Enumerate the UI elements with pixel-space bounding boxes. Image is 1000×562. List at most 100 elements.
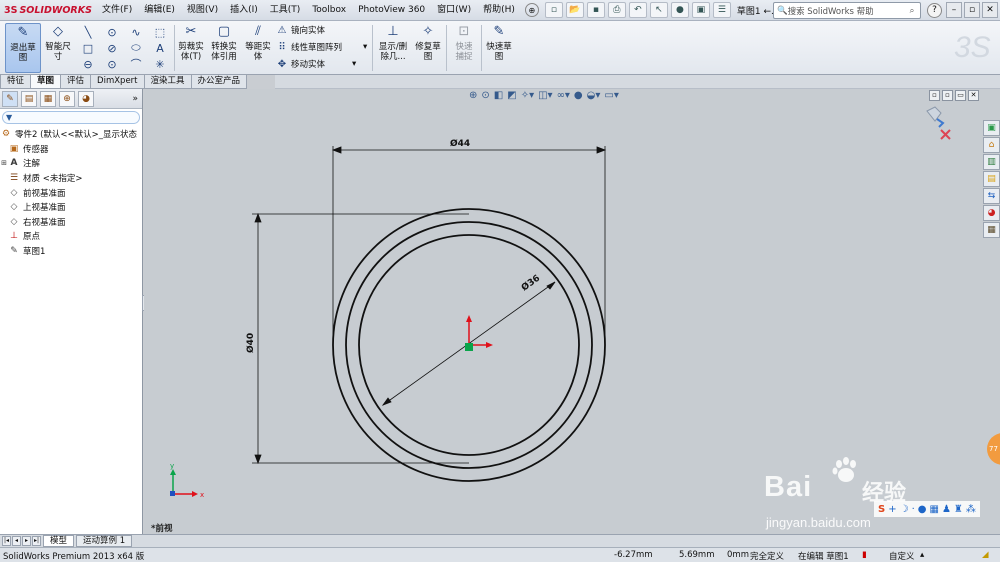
tab-model[interactable]: 模型 bbox=[43, 535, 75, 547]
restore-icon[interactable]: ▫ bbox=[964, 2, 980, 18]
dimension-top[interactable]: Ø44 bbox=[450, 138, 470, 149]
save-icon[interactable]: ▪ bbox=[586, 2, 605, 18]
display-manager-tab-icon[interactable]: ◕ bbox=[78, 90, 94, 107]
open-icon[interactable]: 📂 bbox=[565, 2, 584, 18]
ime-punct-icon[interactable]: + bbox=[888, 504, 896, 515]
minimize-icon[interactable]: – bbox=[946, 2, 962, 18]
menu-toolbox[interactable]: Toolbox bbox=[306, 0, 352, 21]
tab-features[interactable]: 特征 bbox=[0, 75, 32, 89]
expand-icon[interactable]: ⊞ bbox=[0, 159, 8, 167]
home-icon[interactable]: ⌂ bbox=[983, 137, 1000, 153]
ime-shirt-icon[interactable]: ♜ bbox=[954, 504, 963, 515]
close-icon[interactable]: ✕ bbox=[982, 2, 998, 18]
line-icon[interactable]: ╲ bbox=[76, 24, 100, 40]
tab-sketch[interactable]: 草图 bbox=[30, 75, 62, 89]
units-dropdown-icon[interactable]: ▴ bbox=[920, 550, 924, 560]
ime-dot-icon[interactable]: · bbox=[912, 504, 915, 515]
file-explorer-icon[interactable]: ▤ bbox=[983, 171, 1000, 187]
trim-button[interactable]: ✂ 剪裁实体(T) bbox=[176, 23, 206, 73]
ellipse-icon[interactable]: ⬭ bbox=[124, 40, 148, 56]
tab-render-tools[interactable]: 渲染工具 bbox=[143, 75, 192, 89]
point-icon[interactable]: ✳ bbox=[148, 56, 172, 72]
ime-grid-icon[interactable]: ⁂ bbox=[966, 504, 976, 515]
tab-motion-study[interactable]: 运动算例 1 bbox=[76, 535, 133, 547]
spline-icon[interactable]: ∿ bbox=[124, 24, 148, 40]
tree-item-sketch1[interactable]: ✎ 草图1 bbox=[0, 244, 142, 259]
menu-help[interactable]: 帮助(H) bbox=[477, 0, 521, 21]
design-library-icon[interactable]: ▥ bbox=[983, 154, 1000, 170]
plane-tool-icon[interactable]: ⬚ bbox=[148, 24, 172, 40]
tab-dimxpert[interactable]: DimXpert bbox=[90, 75, 145, 89]
ime-keyboard-icon[interactable]: ▦ bbox=[929, 504, 938, 515]
select-icon[interactable]: ↖ bbox=[649, 2, 668, 18]
configuration-manager-tab-icon[interactable]: ▦ bbox=[40, 90, 56, 107]
arc-icon[interactable]: ⊙ bbox=[100, 56, 124, 72]
dimxpert-manager-tab-icon[interactable]: ⊕ bbox=[59, 90, 75, 107]
menu-edit[interactable]: 编辑(E) bbox=[138, 0, 181, 21]
tree-item-material[interactable]: ☰ 材质 <未指定> bbox=[0, 171, 142, 186]
tree-item-origin[interactable]: ⊥ 原点 bbox=[0, 229, 142, 244]
custom-properties-icon[interactable]: ▦ bbox=[983, 222, 1000, 238]
chevron-down-icon[interactable]: ▾ bbox=[363, 42, 367, 52]
appearances-icon[interactable]: ◕ bbox=[983, 205, 1000, 221]
status-units[interactable]: 自定义 bbox=[889, 550, 915, 562]
chevron-down-icon[interactable]: ▾ bbox=[352, 59, 356, 69]
dimension-left[interactable]: Ø40 bbox=[245, 333, 256, 353]
menu-view[interactable]: 视图(V) bbox=[181, 0, 224, 21]
last-tab-icon[interactable]: ▸| bbox=[32, 536, 41, 546]
options-icon[interactable]: ☰ bbox=[712, 2, 731, 18]
quick-snaps-button[interactable]: ⊡ 快速捕捉 bbox=[449, 23, 479, 73]
tab-office-products[interactable]: 办公室产品 bbox=[190, 75, 248, 89]
search-input[interactable]: 🔍 搜索 SolidWorks 帮助 ⌕ bbox=[773, 2, 921, 19]
menu-window[interactable]: 窗口(W) bbox=[431, 0, 477, 21]
tree-root[interactable]: ⚙ 零件2 (默认<<默认>_显示状态 bbox=[0, 127, 142, 142]
undo-icon[interactable]: ↶ bbox=[628, 2, 647, 18]
convert-entities-button[interactable]: ▢ 转换实体引用 bbox=[208, 23, 240, 73]
offset-entities-button[interactable]: ⫽ 等距实体 bbox=[243, 23, 273, 73]
print-icon[interactable]: ⎙ bbox=[607, 2, 626, 18]
rectangle-icon[interactable]: □ bbox=[76, 40, 100, 56]
chevron-right-icon[interactable]: » bbox=[132, 94, 138, 104]
tree-item-right-plane[interactable]: ◇ 右视基准面 bbox=[0, 215, 142, 230]
first-tab-icon[interactable]: |◂ bbox=[2, 536, 11, 546]
property-manager-tab-icon[interactable]: ▤ bbox=[21, 90, 37, 107]
notification-icon[interactable]: ◢ bbox=[982, 550, 989, 560]
tree-item-front-plane[interactable]: ◇ 前视基准面 bbox=[0, 185, 142, 200]
text-icon[interactable]: A bbox=[148, 40, 172, 56]
tab-evaluate[interactable]: 评估 bbox=[60, 75, 92, 89]
move-entities-button[interactable]: ✥ 移动实体 ▾ bbox=[276, 58, 357, 71]
repair-sketch-button[interactable]: ✧ 修复草图 bbox=[413, 23, 443, 73]
rebuild-indicator-icon[interactable]: ▮ bbox=[862, 550, 867, 560]
feature-manager-tab-icon[interactable]: ✎ bbox=[2, 90, 18, 107]
menu-insert[interactable]: 插入(I) bbox=[224, 0, 264, 21]
menu-photoview[interactable]: PhotoView 360 bbox=[352, 0, 431, 21]
ime-moon-icon[interactable]: ☽ bbox=[900, 504, 909, 515]
help-icon[interactable]: ? bbox=[927, 3, 942, 18]
next-tab-icon[interactable]: ▸ bbox=[22, 536, 31, 546]
pin-icon[interactable]: ⊕ bbox=[524, 3, 539, 17]
tree-item-sensors[interactable]: ▣ 传感器 bbox=[0, 142, 142, 157]
smart-dimension-button[interactable]: ◇ 智能尺寸 bbox=[42, 23, 74, 73]
exit-sketch-button[interactable]: ✎ 退出草图 bbox=[5, 23, 41, 73]
dimension-diagonal[interactable]: Ø36 bbox=[519, 273, 542, 294]
rapid-sketch-button[interactable]: ✎ 快速草图 bbox=[484, 23, 514, 73]
search-icon[interactable]: ⌕ bbox=[904, 6, 920, 16]
ime-user-icon[interactable]: ♟ bbox=[942, 504, 951, 515]
linear-pattern-button[interactable]: ⠿ 线性草图阵列 ▾ bbox=[276, 41, 367, 54]
fillet-icon[interactable]: ⌒ bbox=[124, 56, 148, 72]
polygon-icon[interactable]: ⊘ bbox=[100, 40, 124, 56]
tree-item-top-plane[interactable]: ◇ 上视基准面 bbox=[0, 200, 142, 215]
slot-icon[interactable]: ⊖ bbox=[76, 56, 100, 72]
ime-logo-icon[interactable]: S bbox=[878, 504, 885, 515]
menu-tools[interactable]: 工具(T) bbox=[264, 0, 307, 21]
mirror-entities-button[interactable]: ⚠ 镜向实体 bbox=[276, 24, 326, 37]
solidworks-logo[interactable]: 3S SOLIDWORKS bbox=[0, 0, 96, 21]
file-properties-icon[interactable]: ▣ bbox=[691, 2, 710, 18]
ime-mic-icon[interactable]: ● bbox=[918, 504, 927, 515]
new-document-icon[interactable]: ▫ bbox=[544, 2, 563, 18]
display-delete-relations-button[interactable]: ⊥ 显示/删除几... bbox=[375, 23, 411, 73]
prev-tab-icon[interactable]: ◂ bbox=[12, 536, 21, 546]
tree-item-annotations[interactable]: ⊞ A 注解 bbox=[0, 156, 142, 171]
graphics-area[interactable]: ⊕ ⊙ ◧ ◩ ✧▾ ◫▾ ∞▾ ● ◒▾ ▭▾ ▫ ▫ ▭ ✕ Ø44 Ø36… bbox=[144, 89, 1000, 534]
tree-filter-input[interactable]: ▼ bbox=[2, 111, 140, 124]
